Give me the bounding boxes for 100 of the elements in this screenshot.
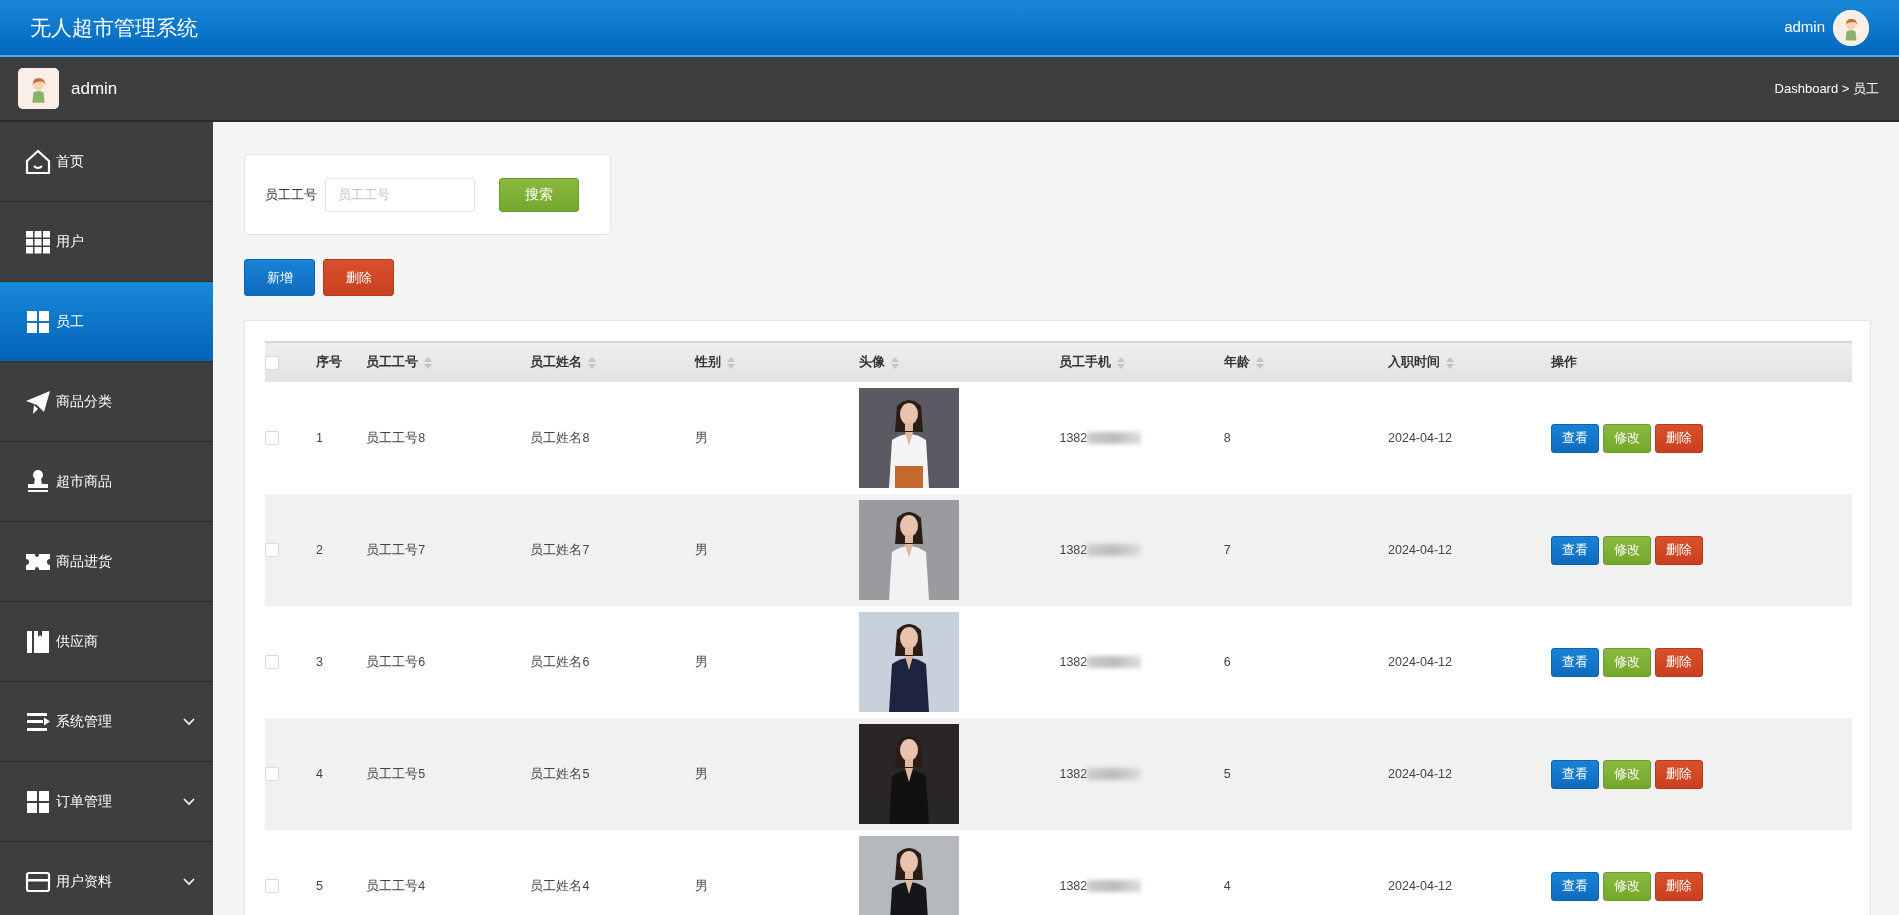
sidebar-item[interactable]: 供应商	[0, 602, 213, 682]
redaction-blur	[1087, 880, 1142, 893]
avatar[interactable]	[1833, 9, 1869, 46]
chevron-down-icon	[183, 797, 195, 806]
edit-button[interactable]: 修改	[1603, 535, 1652, 565]
edit-button[interactable]: 修改	[1603, 759, 1652, 789]
checkbox[interactable]	[265, 879, 279, 894]
table-cell: 员工工号8	[366, 430, 426, 445]
sidebar-item[interactable]: 商品分类	[0, 362, 213, 442]
table-cell: 2024-04-12	[1388, 766, 1452, 781]
column-header: 性别	[694, 355, 721, 370]
checkbox[interactable]	[265, 767, 279, 782]
table-cell: 员工姓名6	[530, 654, 590, 669]
table-cell: 1	[316, 430, 324, 445]
column-header: 员工手机	[1059, 355, 1112, 370]
sidebar-item[interactable]: 首页	[0, 122, 213, 202]
checkbox[interactable]	[265, 543, 279, 558]
column-header: 员工工号	[366, 355, 419, 370]
table-cell: 男	[694, 878, 708, 893]
redaction-blur	[1087, 544, 1142, 557]
user-name: admin	[71, 77, 118, 100]
table-cell: 男	[694, 766, 708, 781]
table-cell: 5	[1223, 766, 1231, 781]
column-header: 员工姓名	[530, 355, 583, 370]
table-cell: 6	[1223, 654, 1231, 669]
table-cell: 1382	[1059, 654, 1088, 669]
breadcrumb: Dashboard > 员工	[1774, 79, 1879, 98]
sidebar-item[interactable]: 系统管理	[0, 682, 213, 762]
search-button[interactable]: 搜索	[499, 177, 579, 212]
user-name: admin	[1784, 17, 1825, 38]
sidebar-item[interactable]: 订单管理	[0, 762, 213, 842]
table-cell: 8	[1223, 430, 1231, 445]
table-cell: 员工工号6	[366, 654, 426, 669]
checkbox[interactable]	[265, 355, 279, 370]
table-cell: 2024-04-12	[1388, 542, 1452, 557]
table-cell: 1382	[1059, 430, 1088, 445]
sort-icon[interactable]	[1255, 356, 1264, 369]
delete-button[interactable]: 删除	[1655, 423, 1704, 453]
edit-button[interactable]: 修改	[1603, 423, 1652, 453]
sidebar-item[interactable]: 员工	[0, 282, 213, 362]
table-cell: 7	[1223, 542, 1231, 557]
table-cell: 男	[694, 654, 708, 669]
table-cell: 3	[316, 654, 324, 669]
chevron-down-icon	[183, 717, 195, 726]
table-cell: 员工姓名8	[530, 430, 590, 445]
table-cell: 4	[316, 766, 324, 781]
table-cell: 员工姓名4	[530, 878, 590, 893]
table-cell: 4	[1223, 878, 1231, 893]
table-cell: 员工工号4	[366, 878, 426, 893]
column-header: 年龄	[1223, 355, 1250, 370]
edit-button[interactable]: 修改	[1603, 647, 1652, 677]
table-cell: 员工姓名5	[530, 766, 590, 781]
column-header: 操作	[1551, 355, 1578, 370]
avatar	[18, 68, 59, 109]
redaction-blur	[1087, 432, 1142, 445]
table-cell: 员工工号5	[366, 766, 426, 781]
delete-button[interactable]: 删除	[1655, 647, 1704, 677]
add-button[interactable]: 新增	[244, 259, 315, 296]
redaction-blur	[1087, 656, 1142, 669]
sort-icon[interactable]	[726, 356, 735, 369]
sort-icon[interactable]	[588, 356, 597, 369]
sort-icon[interactable]	[424, 356, 433, 369]
sidebar-item[interactable]: 超市商品	[0, 442, 213, 522]
view-button[interactable]: 查看	[1551, 759, 1600, 789]
redaction-blur	[1087, 768, 1142, 781]
column-header: 入职时间	[1388, 355, 1441, 370]
field-label: 员工工号	[265, 185, 317, 204]
sort-icon[interactable]	[1446, 356, 1455, 369]
column-header: 序号	[316, 355, 343, 370]
table-cell: 1382	[1059, 542, 1088, 557]
table-cell: 2	[316, 542, 324, 557]
app-title: 无人超市管理系统	[30, 14, 198, 41]
sort-icon[interactable]	[1117, 356, 1126, 369]
table-cell: 2024-04-12	[1388, 878, 1452, 893]
sidebar-item[interactable]: 用户资料	[0, 842, 213, 915]
checkbox[interactable]	[265, 655, 279, 670]
delete-button[interactable]: 删除	[323, 259, 394, 296]
column-header: 头像	[859, 355, 886, 370]
view-button[interactable]: 查看	[1551, 871, 1600, 901]
table-cell: 员工工号7	[366, 542, 426, 557]
delete-button[interactable]: 删除	[1655, 535, 1704, 565]
table-cell: 男	[694, 430, 708, 445]
delete-button[interactable]: 删除	[1655, 871, 1704, 901]
delete-button[interactable]: 删除	[1655, 759, 1704, 789]
table-cell: 1382	[1059, 766, 1088, 781]
view-button[interactable]: 查看	[1551, 423, 1600, 453]
view-button[interactable]: 查看	[1551, 647, 1600, 677]
checkbox[interactable]	[265, 431, 279, 446]
home-icon	[24, 147, 52, 176]
view-button[interactable]: 查看	[1551, 535, 1600, 565]
sort-icon[interactable]	[891, 356, 900, 369]
table-cell: 男	[694, 542, 708, 557]
edit-button[interactable]: 修改	[1603, 871, 1652, 901]
table-cell: 5	[316, 878, 324, 893]
table-cell: 2024-04-12	[1388, 654, 1452, 669]
table-cell: 1382	[1059, 878, 1088, 893]
sidebar-item[interactable]: 商品进货	[0, 522, 213, 602]
table-cell: 员工姓名7	[530, 542, 590, 557]
table-cell: 2024-04-12	[1388, 430, 1452, 445]
chevron-down-icon	[183, 877, 195, 886]
